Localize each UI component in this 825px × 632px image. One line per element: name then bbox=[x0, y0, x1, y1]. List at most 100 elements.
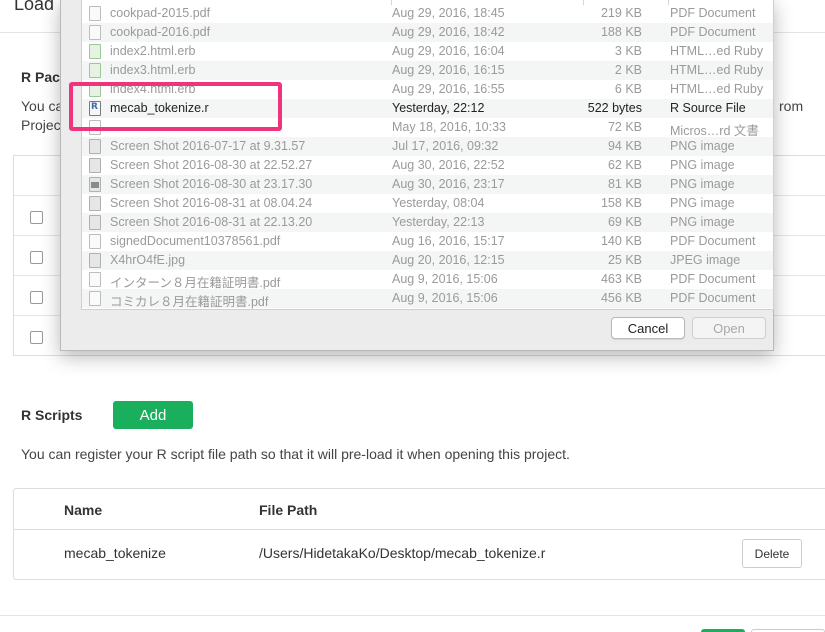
file-date: Jul 17, 2016, 09:32 bbox=[392, 139, 499, 153]
file-date: Aug 29, 2016, 18:45 bbox=[392, 6, 505, 20]
file-name: index3.html.erb bbox=[110, 63, 196, 77]
file-kind: PDF Document bbox=[670, 291, 756, 305]
packages-section-label: R Pac bbox=[21, 69, 60, 85]
file-row[interactable]: signedDocument10378561.pdf Aug 16, 2016, … bbox=[82, 232, 773, 251]
file-list: cookpad-2015.pdf Aug 29, 2016, 18:45 219 K… bbox=[81, 0, 774, 310]
add-script-button[interactable]: Add bbox=[113, 401, 193, 429]
r-scripts-table: Name File Path mecab_tokenize /Users/Hid… bbox=[13, 488, 825, 580]
file-date: Yesterday, 22:12 bbox=[392, 101, 485, 115]
file-row[interactable]: Screen Shot 2016-07-17 at 9.31.57 Jul 17,… bbox=[82, 137, 773, 156]
file-size: 94 KB bbox=[607, 139, 642, 153]
file-date: Aug 29, 2016, 18:42 bbox=[392, 25, 505, 39]
file-size: 6 KB bbox=[614, 82, 642, 96]
file-kind: PNG image bbox=[670, 215, 735, 229]
file-name: Screen Shot 2016-08-30 at 23.17.30 bbox=[110, 177, 313, 191]
file-size: 456 KB bbox=[600, 291, 642, 305]
file-size: 522 bytes bbox=[587, 101, 642, 115]
file-size: 81 KB bbox=[607, 177, 642, 191]
image-file-icon bbox=[89, 139, 101, 154]
file-row[interactable]: Screen Shot 2016-08-30 at 22.52.27 Aug 30… bbox=[82, 156, 773, 175]
file-name: Screen Shot 2016-08-30 at 22.52.27 bbox=[110, 158, 313, 172]
file-row[interactable]: cookpad-2016.pdf Aug 29, 2016, 18:42 188 K… bbox=[82, 23, 773, 42]
package-checkbox[interactable] bbox=[30, 211, 43, 224]
erb-file-icon bbox=[89, 44, 101, 59]
file-size: 72 KB bbox=[607, 120, 642, 134]
image-file-icon bbox=[89, 253, 101, 268]
file-date: Aug 16, 2016, 15:17 bbox=[392, 234, 505, 248]
file-kind: PDF Document bbox=[670, 234, 756, 248]
file-row[interactable]: index3.html.erb Aug 29, 2016, 16:15 2 KB HT… bbox=[82, 61, 773, 80]
file-date: Aug 29, 2016, 16:04 bbox=[392, 44, 505, 58]
file-size: 62 KB bbox=[607, 158, 642, 172]
file-row[interactable]: インターン８月在籍証明書.pdf Aug 9, 2016, 15:06 463 KB… bbox=[82, 270, 773, 290]
column-header-file-path: File Path bbox=[259, 502, 318, 518]
file-kind: PDF Document bbox=[670, 25, 756, 39]
cancel-button[interactable]: Cancel bbox=[611, 317, 685, 339]
file-kind: PNG image bbox=[670, 139, 735, 153]
file-kind: HTML…ed Ruby bbox=[670, 82, 764, 96]
file-name: Screen Shot 2016-08-31 at 22.13.20 bbox=[110, 215, 313, 229]
file-name: cookpad-2015.pdf bbox=[110, 6, 211, 20]
file-size: 219 KB bbox=[600, 6, 642, 20]
file-row[interactable]: Screen Shot 2016-08-30 at 23.17.30 Aug 30… bbox=[82, 175, 773, 194]
file-row[interactable]: Screen Shot 2016-08-31 at 08.04.24 Yester… bbox=[82, 194, 773, 213]
file-size: 140 KB bbox=[600, 234, 642, 248]
image-file-icon bbox=[89, 177, 101, 192]
file-row[interactable]: X4hrO4fE.jpg Aug 20, 2016, 12:15 25 KB JPEG… bbox=[82, 251, 773, 270]
packages-description: You ca bbox=[21, 98, 64, 114]
file-name: Screen Shot 2016-07-17 at 9.31.57 bbox=[110, 139, 306, 153]
file-date: Aug 30, 2016, 23:17 bbox=[392, 177, 505, 191]
selection-highlight bbox=[69, 82, 282, 131]
file-name: signedDocument10378561.pdf bbox=[110, 234, 281, 248]
image-file-icon bbox=[89, 215, 101, 230]
pdf-file-icon bbox=[89, 234, 101, 249]
file-kind: PDF Document bbox=[670, 6, 756, 20]
file-date: Aug 30, 2016, 22:52 bbox=[392, 158, 505, 172]
erb-file-icon bbox=[89, 63, 101, 78]
file-date: Aug 9, 2016, 15:06 bbox=[392, 291, 498, 305]
script-path: /Users/HidetakaKo/Desktop/mecab_tokenize… bbox=[259, 545, 546, 561]
delete-script-button[interactable]: Delete bbox=[742, 539, 802, 568]
package-checkbox[interactable] bbox=[30, 251, 43, 264]
file-size: 2 KB bbox=[614, 63, 642, 77]
package-checkbox[interactable] bbox=[30, 291, 43, 304]
file-name: コミカレ８月在籍証明書.pdf bbox=[110, 295, 269, 309]
file-date: Yesterday, 08:04 bbox=[392, 196, 485, 210]
file-size: 25 KB bbox=[607, 253, 642, 267]
script-name: mecab_tokenize bbox=[64, 545, 166, 561]
open-button[interactable]: Open bbox=[692, 317, 766, 339]
pdf-file-icon bbox=[89, 25, 101, 40]
file-row[interactable]: Screen Shot 2016-08-31 at 22.13.20 Yester… bbox=[82, 213, 773, 232]
package-checkbox[interactable] bbox=[30, 331, 43, 344]
file-date: Aug 20, 2016, 12:15 bbox=[392, 253, 505, 267]
file-kind: HTML…ed Ruby bbox=[670, 44, 764, 58]
file-date: Aug 29, 2016, 16:55 bbox=[392, 82, 505, 96]
file-name: X4hrO4fE.jpg bbox=[110, 253, 186, 267]
file-row[interactable]: コミカレ８月在籍証明書.pdf Aug 9, 2016, 15:06 456 KB P… bbox=[82, 289, 773, 309]
file-size: 3 KB bbox=[614, 44, 642, 58]
image-file-icon bbox=[89, 196, 101, 211]
packages-description-tail: rom bbox=[779, 98, 804, 114]
divider bbox=[14, 529, 825, 530]
file-kind: PNG image bbox=[670, 177, 735, 191]
file-size: 69 KB bbox=[607, 215, 642, 229]
column-header-name: Name bbox=[64, 502, 103, 518]
r-scripts-description: You can register your R script file path… bbox=[21, 446, 570, 462]
file-name: cookpad-2016.pdf bbox=[110, 25, 211, 39]
file-size: 188 KB bbox=[600, 25, 642, 39]
file-date: May 18, 2016, 10:33 bbox=[392, 120, 506, 134]
file-name: Screen Shot 2016-08-31 at 08.04.24 bbox=[110, 196, 313, 210]
file-date: Aug 9, 2016, 15:06 bbox=[392, 272, 498, 286]
page-title: Load bbox=[14, 0, 55, 14]
file-row[interactable]: index2.html.erb Aug 29, 2016, 16:04 3 KB HT… bbox=[82, 42, 773, 61]
r-scripts-label: R Scripts bbox=[21, 407, 83, 423]
file-size: 158 KB bbox=[600, 196, 642, 210]
packages-description-line2: Projec bbox=[21, 117, 61, 133]
file-open-dialog: cookpad-2015.pdf Aug 29, 2016, 18:45 219 K… bbox=[60, 0, 774, 351]
file-date: Yesterday, 22:13 bbox=[392, 215, 485, 229]
file-kind: R Source File bbox=[670, 101, 746, 115]
pdf-file-icon bbox=[89, 6, 101, 21]
file-row[interactable]: cookpad-2015.pdf Aug 29, 2016, 18:45 219 K… bbox=[82, 4, 773, 23]
file-kind: PNG image bbox=[670, 196, 735, 210]
image-file-icon bbox=[89, 158, 101, 173]
